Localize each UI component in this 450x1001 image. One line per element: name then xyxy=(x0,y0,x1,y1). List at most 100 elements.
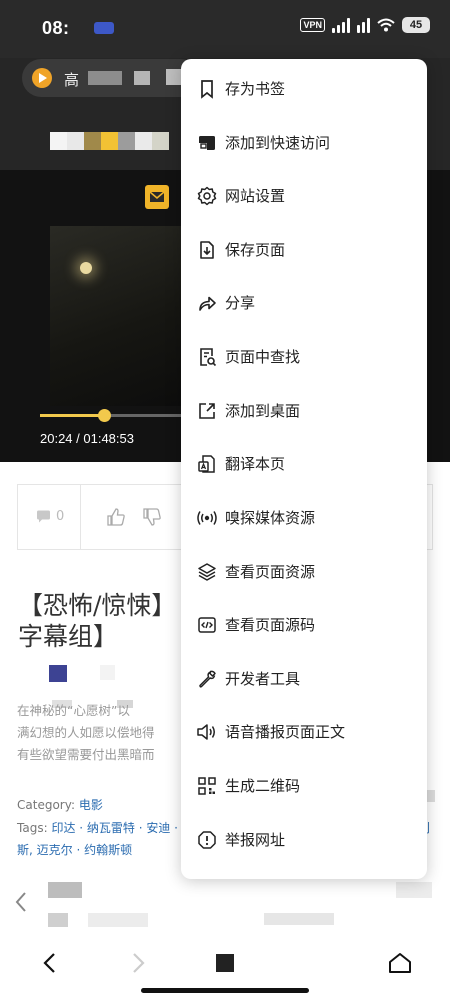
video-time: 20:24 / 01:48:53 xyxy=(40,431,134,446)
mail-icon xyxy=(149,191,165,202)
battery-icon: 45 xyxy=(402,17,430,33)
share-icon xyxy=(196,292,218,314)
report-icon xyxy=(196,829,218,851)
menu-item-quick-access[interactable]: 添加到快速访问 xyxy=(181,116,427,169)
video-progress-bar[interactable] xyxy=(40,409,200,422)
bookmark-icon xyxy=(196,78,218,100)
tabs-button[interactable] xyxy=(209,947,241,979)
tags-line: Tags: 印达 · 纳瓦雷特 · 安迪 · xyxy=(17,819,178,836)
browser-menu-popup: 存为书签 添加到快速访问 网站设置 保存页面 分享 页面中查找 添加到桌面 翻译… xyxy=(181,59,427,879)
redacted-url xyxy=(134,71,150,85)
video-progress-handle[interactable] xyxy=(98,409,111,422)
redacted-block xyxy=(100,665,115,680)
menu-item-qr-code[interactable]: 生成二维码 xyxy=(181,759,427,812)
redacted-block xyxy=(396,882,432,898)
comment-count: 0 xyxy=(56,509,65,524)
menu-item-media-sniff[interactable]: 嗅探媒体资源 xyxy=(181,491,427,544)
status-time: 08: xyxy=(42,18,70,38)
wifi-icon xyxy=(377,18,395,32)
tabs-icon xyxy=(216,954,234,972)
save-page-icon xyxy=(196,239,218,261)
redacted-block xyxy=(48,882,82,898)
article-summary: 在神秘的“心愿树”以 满幻想的人如愿以偿地得 有些欲望需要付出黑暗而 xyxy=(17,700,187,766)
menu-item-label: 语音播报页面正文 xyxy=(225,723,346,741)
category-label: Category: xyxy=(17,798,75,812)
menu-item-translate[interactable]: 翻译本页 xyxy=(181,437,427,490)
menu-item-label: 网站设置 xyxy=(225,187,286,205)
mail-button[interactable] xyxy=(145,185,169,209)
translate-icon xyxy=(196,453,218,475)
menu-item-developer-tools[interactable]: 开发者工具 xyxy=(181,652,427,705)
menu-item-label: 保存页面 xyxy=(225,241,286,259)
summary-line: 在神秘的“心愿树”以 xyxy=(17,703,130,718)
back-arrow-icon xyxy=(43,953,55,973)
home-indicator[interactable] xyxy=(141,988,309,993)
summary-line: 有些欲望需要付出黑暗而 xyxy=(17,747,155,762)
quick-access-icon xyxy=(196,132,218,154)
thumbs-down-icon[interactable] xyxy=(142,507,162,527)
qr-code-icon xyxy=(196,775,218,797)
menu-item-label: 查看页面源码 xyxy=(225,616,316,634)
menu-item-label: 翻译本页 xyxy=(225,455,286,473)
tag-links[interactable]: 印达 · 纳瓦雷特 · 安迪 · xyxy=(51,821,178,835)
menu-item-label: 举报网址 xyxy=(225,831,286,849)
vpn-icon: VPN xyxy=(300,18,325,32)
menu-item-label: 添加到快速访问 xyxy=(225,134,331,152)
menu-item-page-resources[interactable]: 查看页面资源 xyxy=(181,545,427,598)
notification-app-icon xyxy=(94,22,114,34)
menu-item-label: 查看页面资源 xyxy=(225,563,316,581)
category-link[interactable]: 电影 xyxy=(79,798,103,812)
cellular-signal-icon-2 xyxy=(357,17,370,33)
find-in-page-icon xyxy=(196,346,218,368)
source-code-icon xyxy=(196,614,218,636)
comment-count-button[interactable]: 0 xyxy=(36,509,64,524)
forward-arrow-icon xyxy=(133,953,145,973)
menu-item-label: 生成二维码 xyxy=(225,777,301,795)
redacted-block xyxy=(88,913,148,927)
menu-item-site-settings[interactable]: 网站设置 xyxy=(181,169,427,222)
menu-item-report-url[interactable]: 举报网址 xyxy=(181,813,427,866)
redacted-url xyxy=(88,71,122,85)
address-bar[interactable]: 高 xyxy=(22,59,200,97)
media-sniff-icon xyxy=(196,507,218,529)
speaker-icon xyxy=(196,721,218,743)
previous-post-arrow-icon[interactable] xyxy=(14,890,28,914)
home-button[interactable] xyxy=(384,947,416,979)
menu-item-page-source[interactable]: 查看页面源码 xyxy=(181,598,427,651)
redacted-block xyxy=(264,913,334,925)
home-icon xyxy=(389,953,411,973)
menu-item-read-aloud[interactable]: 语音播报页面正文 xyxy=(181,705,427,758)
menu-item-bookmark[interactable]: 存为书签 xyxy=(181,62,427,115)
wrench-icon xyxy=(196,668,218,690)
article-title: 【恐怖/惊悚】字幕组】 xyxy=(18,591,177,651)
menu-item-label: 分享 xyxy=(225,294,256,312)
comment-icon xyxy=(37,510,50,523)
site-favicon-icon xyxy=(32,68,52,88)
video-light-spot xyxy=(80,262,92,274)
menu-item-save-page[interactable]: 保存页面 xyxy=(181,223,427,276)
divider xyxy=(80,485,81,549)
redacted-block xyxy=(48,913,68,927)
layers-icon xyxy=(196,561,218,583)
menu-item-label: 页面中查找 xyxy=(225,348,301,366)
menu-item-share[interactable]: 分享 xyxy=(181,276,427,329)
menu-item-label: 开发者工具 xyxy=(225,670,301,688)
address-text: 高 xyxy=(64,71,80,89)
menu-item-add-to-desktop[interactable]: 添加到桌面 xyxy=(181,384,427,437)
tag-links-line2[interactable]: 斯, 迈克尔 · 约翰斯顿 xyxy=(17,841,132,858)
gear-icon xyxy=(196,185,218,207)
menu-item-label: 嗅探媒体资源 xyxy=(225,509,316,527)
site-logo-redacted xyxy=(50,132,169,150)
back-button[interactable] xyxy=(34,947,66,979)
status-indicators: VPN 45 xyxy=(300,17,430,33)
add-to-desktop-icon xyxy=(196,400,218,422)
summary-line: 满幻想的人如愿以偿地得 xyxy=(17,725,155,740)
menu-item-find-in-page[interactable]: 页面中查找 xyxy=(181,330,427,383)
forward-button[interactable] xyxy=(122,947,154,979)
redacted-block xyxy=(49,665,67,682)
tags-label: Tags: xyxy=(17,821,48,835)
cellular-signal-icon xyxy=(332,17,350,33)
menu-item-label: 存为书签 xyxy=(225,80,286,98)
thumbs-up-icon[interactable] xyxy=(106,507,126,527)
video-progress-fill xyxy=(40,414,104,417)
